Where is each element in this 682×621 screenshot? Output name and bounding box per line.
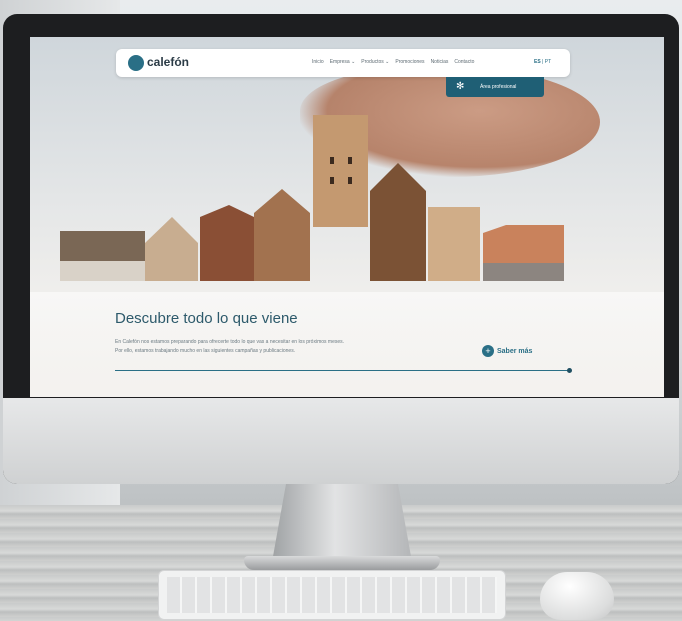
professional-area-label: Área profesional [480,84,517,90]
keyboard [158,570,506,620]
nav-item-empresa[interactable]: Empresa ⌄ [330,59,356,65]
plus-icon: + [482,345,494,357]
hero-description: En Calefón nos estamos preparando para o… [115,338,415,356]
main-menu: Inicio Empresa ⌄ Productos ⌄ Promociones… [312,59,474,65]
language-switcher: ES | PT [534,59,551,65]
lang-separator: | [542,59,544,65]
site-navbar: calefón Inicio Empresa ⌄ Productos ⌄ Pro… [116,49,570,77]
nav-item-promociones[interactable]: Promociones [395,59,424,65]
website-screen: calefón Inicio Empresa ⌄ Productos ⌄ Pro… [30,37,664,397]
calefon-logo-icon[interactable] [128,55,144,71]
lang-pt[interactable]: PT [545,59,551,65]
hero-text-line-1: En Calefón nos estamos preparando para o… [115,339,345,345]
keyboard-keys [167,577,497,613]
monitor-chin [3,398,679,484]
nav-item-noticias[interactable]: Noticias [431,59,449,65]
nav-item-contacto[interactable]: Contacto [454,59,474,65]
mouse [540,572,614,620]
hero-title: Descubre todo lo que viene [115,310,298,327]
saber-mas-button[interactable]: + Saber más [482,344,532,358]
hero-text-line-2: Por ello, estamos trabajando mucho en la… [115,348,296,354]
monitor-stand-neck [272,484,412,562]
nav-item-productos[interactable]: Productos ⌄ [361,59,389,65]
snowflake-icon: ✻ [456,81,465,92]
slider-progress-bar [115,370,571,371]
site-logo-text[interactable]: calefón [147,55,189,69]
monitor-stand-base [244,556,440,570]
lang-es[interactable]: ES [534,59,541,65]
saber-mas-label: Saber más [497,347,533,355]
professional-area-button[interactable]: ✻ Área profesional [446,77,544,97]
nav-item-inicio[interactable]: Inicio [312,59,324,65]
slider-progress-dot[interactable] [567,368,572,373]
